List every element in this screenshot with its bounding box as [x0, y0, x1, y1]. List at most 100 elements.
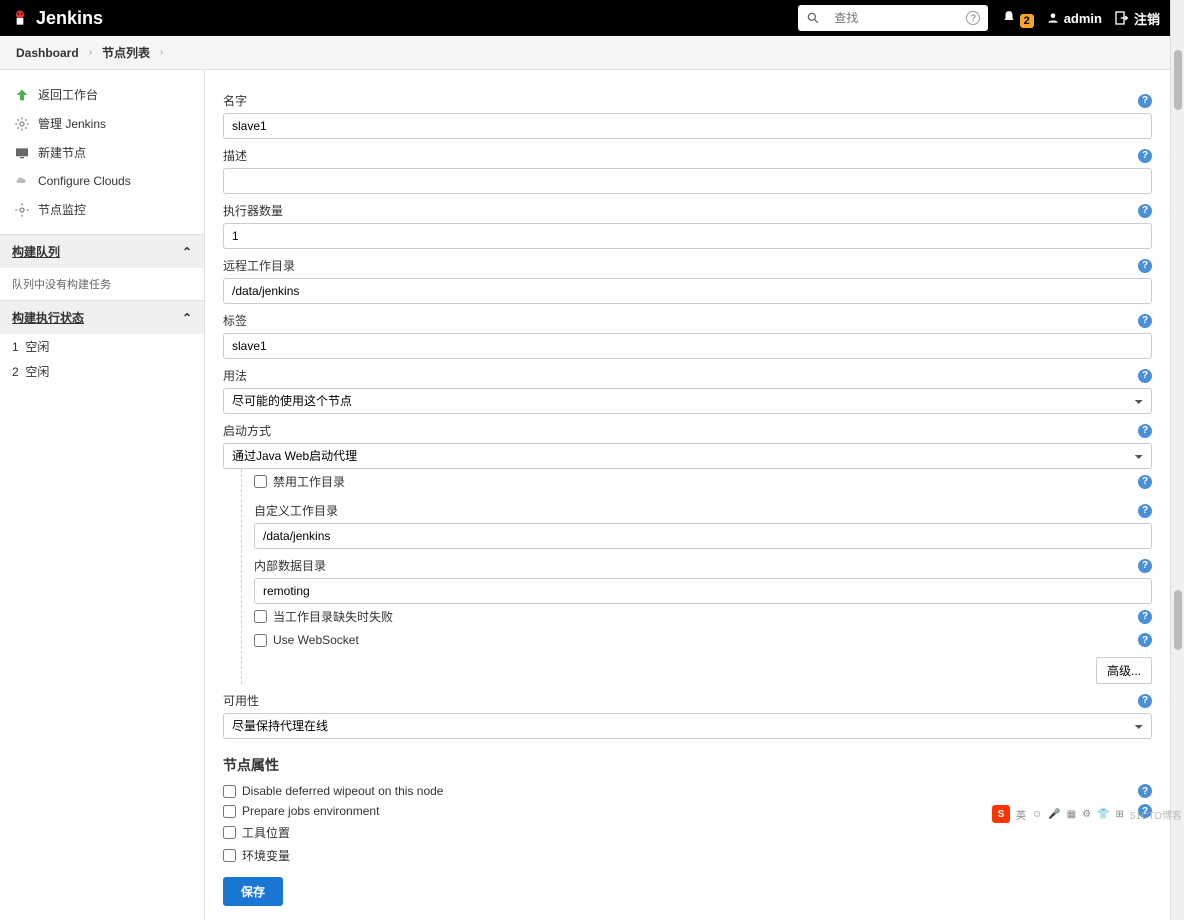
gear-icon	[14, 202, 30, 218]
description-input[interactable]	[223, 168, 1152, 194]
mic-icon[interactable]: 🎤	[1048, 809, 1060, 820]
help-icon[interactable]: ?	[1138, 633, 1152, 647]
usage-select[interactable]: 尽可能的使用这个节点	[223, 388, 1152, 414]
availability-select[interactable]: 尽量保持代理在线	[223, 713, 1152, 739]
remote-root-label: 远程工作目录	[223, 257, 295, 274]
gear-icon[interactable]: ⚙	[1082, 809, 1091, 820]
search-input[interactable]	[826, 6, 966, 30]
prepare-jobs-label: Prepare jobs environment	[242, 804, 379, 818]
internal-data-input[interactable]	[254, 578, 1152, 604]
name-label: 名字	[223, 92, 247, 109]
logout-icon	[1114, 10, 1130, 26]
sidebar-node-monitor[interactable]: 节点监控	[0, 195, 204, 224]
search-icon	[806, 11, 820, 25]
notification-bell[interactable]: 2	[1002, 10, 1033, 27]
jenkins-icon	[10, 8, 30, 28]
custom-workdir-input[interactable]	[254, 523, 1152, 549]
search-help-icon[interactable]: ?	[966, 11, 980, 25]
executor-row: 2 空闲	[0, 359, 204, 384]
brand-text: Jenkins	[36, 8, 103, 29]
disable-workdir-checkbox[interactable]	[254, 475, 267, 488]
sidebar-back[interactable]: 返回工作台	[0, 80, 204, 109]
disable-wipeout-checkbox[interactable]	[223, 785, 236, 798]
help-icon[interactable]: ?	[1138, 504, 1152, 518]
user-icon	[1046, 11, 1060, 25]
availability-label: 可用性	[223, 692, 259, 709]
build-queue-title[interactable]: 构建队列	[12, 243, 60, 260]
up-arrow-icon	[14, 87, 30, 103]
scrollbar-thumb[interactable]	[1174, 590, 1182, 650]
internal-data-label: 内部数据目录	[254, 557, 326, 574]
build-queue-header[interactable]: 构建队列 ⌃	[0, 234, 204, 268]
jenkins-logo[interactable]: Jenkins	[10, 8, 103, 29]
remote-root-input[interactable]	[223, 278, 1152, 304]
fail-missing-checkbox[interactable]	[254, 610, 267, 623]
help-icon[interactable]: ?	[1138, 94, 1152, 108]
help-icon[interactable]: ?	[1138, 369, 1152, 383]
disable-wipeout-label: Disable deferred wipeout on this node	[242, 784, 443, 798]
sidebar-new-node-label: 新建节点	[38, 144, 86, 161]
help-icon[interactable]: ?	[1138, 259, 1152, 273]
executor-status-title[interactable]: 构建执行状态	[12, 309, 84, 326]
prepare-jobs-checkbox[interactable]	[223, 805, 236, 818]
logout-label: 注销	[1134, 9, 1160, 28]
node-props-title: 节点属性	[223, 755, 1152, 775]
sidebar-configure-clouds[interactable]: Configure Clouds	[0, 167, 204, 195]
sidebar: 返回工作台 管理 Jenkins 新建节点 Configure Clouds 节…	[0, 70, 205, 920]
shirt-icon[interactable]: 👕	[1097, 809, 1109, 820]
fail-missing-label: 当工作目录缺失时失败	[273, 608, 393, 625]
chevron-right-icon: ›	[89, 47, 92, 58]
labels-input[interactable]	[223, 333, 1152, 359]
logout-link[interactable]: 注销	[1114, 9, 1160, 28]
chevron-right-icon: ›	[160, 47, 163, 58]
computer-icon	[14, 145, 30, 161]
scrollbar[interactable]	[1170, 0, 1184, 920]
sidebar-monitor-label: 节点监控	[38, 201, 86, 218]
launch-label: 启动方式	[223, 422, 271, 439]
help-icon[interactable]: ?	[1138, 610, 1152, 624]
breadcrumb: Dashboard › 节点列表 ›	[0, 36, 1170, 70]
chevron-up-icon[interactable]: ⌃	[182, 245, 192, 259]
ime-s-icon[interactable]: S	[992, 805, 1010, 823]
tool-location-label: 工具位置	[242, 824, 290, 841]
help-icon[interactable]: ?	[1138, 475, 1152, 489]
grid-icon[interactable]: ▦	[1067, 809, 1076, 820]
executors-input[interactable]	[223, 223, 1152, 249]
watermark-text: 51CTO博客	[1130, 807, 1182, 822]
tool-location-checkbox[interactable]	[223, 826, 236, 839]
breadcrumb-nodes[interactable]: 节点列表	[102, 44, 150, 61]
sidebar-new-node[interactable]: 新建节点	[0, 138, 204, 167]
help-icon[interactable]: ?	[1138, 694, 1152, 708]
sidebar-manage[interactable]: 管理 Jenkins	[0, 109, 204, 138]
help-icon[interactable]: ?	[1138, 204, 1152, 218]
username: admin	[1064, 11, 1102, 26]
name-input[interactable]	[223, 113, 1152, 139]
search-box[interactable]: ?	[798, 5, 988, 31]
os-taskbar: S 英 ☺ 🎤 ▦ ⚙ 👕 ⊞ 51CTO博客	[992, 805, 1182, 823]
help-icon[interactable]: ?	[1138, 149, 1152, 163]
sidebar-back-label: 返回工作台	[38, 86, 98, 103]
executor-status-header[interactable]: 构建执行状态 ⌃	[0, 300, 204, 334]
help-icon[interactable]: ?	[1138, 559, 1152, 573]
ime-lang[interactable]: 英	[1016, 807, 1026, 822]
emoji-icon[interactable]: ☺	[1032, 809, 1042, 820]
top-header: Jenkins ? 2 admin 注销	[0, 0, 1170, 36]
build-queue-empty: 队列中没有构建任务	[0, 268, 204, 300]
description-label: 描述	[223, 147, 247, 164]
help-icon[interactable]: ?	[1138, 784, 1152, 798]
help-icon[interactable]: ?	[1138, 424, 1152, 438]
user-link[interactable]: admin	[1046, 11, 1102, 26]
usage-label: 用法	[223, 367, 247, 384]
chevron-up-icon[interactable]: ⌃	[182, 311, 192, 325]
breadcrumb-dashboard[interactable]: Dashboard	[16, 46, 79, 60]
env-vars-checkbox[interactable]	[223, 849, 236, 862]
sidebar-manage-label: 管理 Jenkins	[38, 115, 106, 132]
gear-icon	[14, 116, 30, 132]
scrollbar-thumb[interactable]	[1174, 50, 1182, 110]
use-websocket-checkbox[interactable]	[254, 634, 267, 647]
grid-icon[interactable]: ⊞	[1116, 809, 1124, 820]
help-icon[interactable]: ?	[1138, 314, 1152, 328]
launch-select[interactable]: 通过Java Web启动代理	[223, 443, 1152, 469]
advanced-button[interactable]: 高级...	[1096, 657, 1152, 684]
save-button[interactable]: 保存	[223, 877, 283, 906]
